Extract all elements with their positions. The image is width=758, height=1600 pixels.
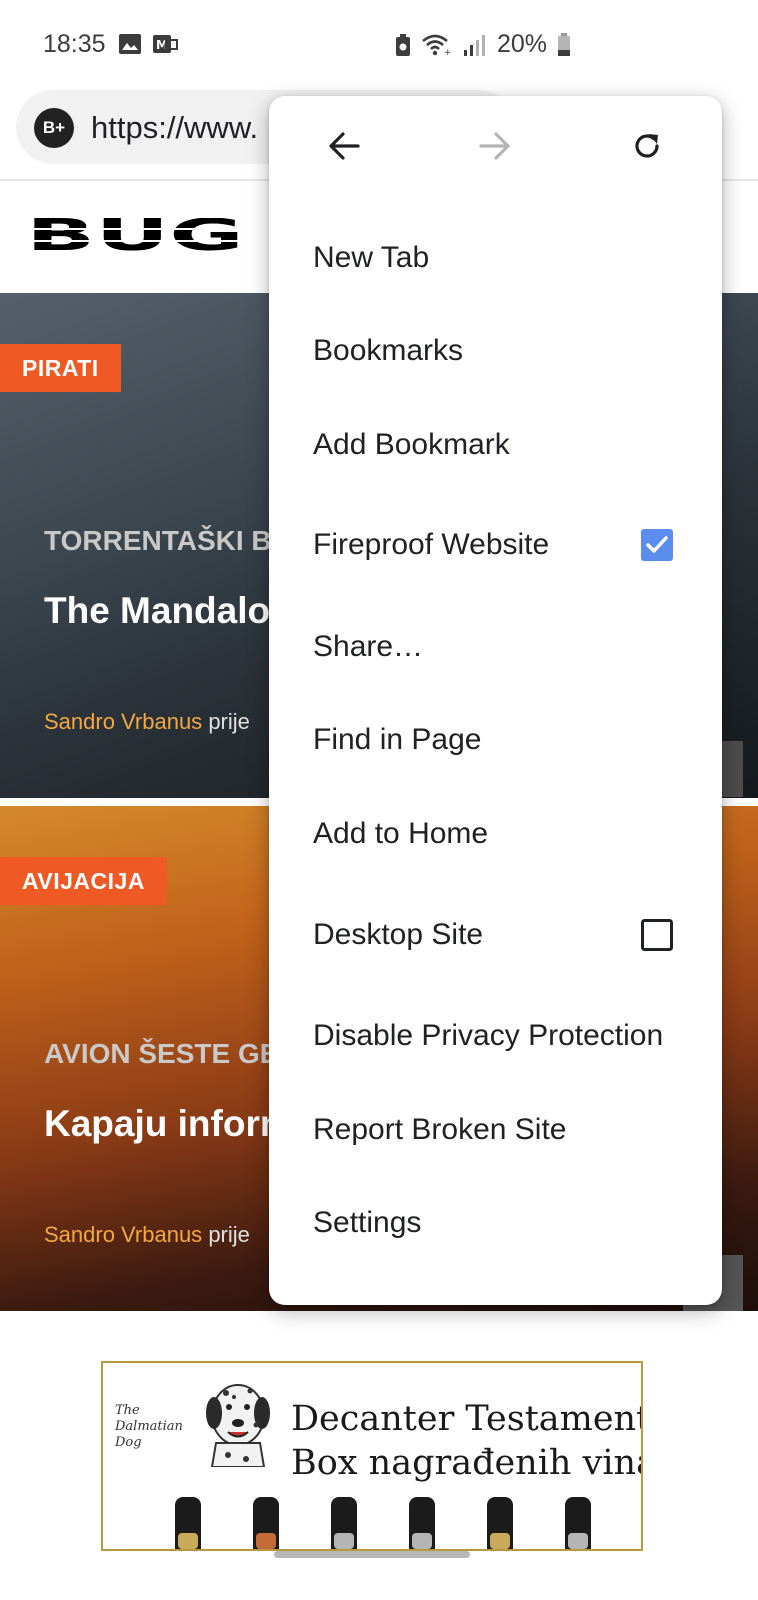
- battery-percent: 20%: [497, 30, 548, 58]
- menu-item-label: Share…: [313, 630, 424, 663]
- menu-item-add-bookmark[interactable]: Add Bookmark: [269, 405, 722, 485]
- menu-item-bookmarks[interactable]: Bookmarks: [269, 311, 722, 391]
- voicemail-icon: M: [153, 35, 178, 53]
- wifi-icon: +: [422, 34, 452, 57]
- wine-bottle: [175, 1497, 201, 1549]
- menu-item-label: Desktop Site: [313, 918, 484, 951]
- gesture-handle[interactable]: [274, 1551, 470, 1558]
- status-right: + 20%: [395, 30, 571, 59]
- site-logo-text: BUG: [26, 218, 244, 254]
- status-time: 18:35: [43, 30, 106, 58]
- ad-brand-script: The Dalmatian Dog: [115, 1403, 183, 1450]
- article-byline: Sandro Vrbanus prije: [44, 709, 250, 735]
- arrow-right-icon: [479, 132, 510, 160]
- wine-bottle: [565, 1497, 591, 1549]
- signal-icon: [464, 34, 485, 56]
- checkbox-checked-icon: [641, 529, 673, 561]
- site-favicon[interactable]: B+: [34, 108, 74, 148]
- url-text[interactable]: https://www.: [91, 110, 258, 146]
- refresh-icon: [635, 134, 659, 158]
- battery-icon: [558, 32, 571, 56]
- refresh-button[interactable]: [617, 116, 677, 176]
- wine-bottle: [409, 1497, 435, 1549]
- menu-item-share[interactable]: Share…: [269, 607, 722, 687]
- menu-item-label: Bookmarks: [313, 334, 464, 367]
- article-time: prije: [208, 1222, 250, 1247]
- ad-title-line-2: Box nagrađenih vina!: [291, 1443, 643, 1483]
- menu-item-settings[interactable]: Settings: [269, 1183, 722, 1263]
- wine-bottle: [253, 1497, 279, 1549]
- desktop-site-checkbox[interactable]: [640, 918, 674, 952]
- wine-bottle: [331, 1497, 357, 1549]
- menu-item-label: Disable Privacy Protection: [313, 1019, 664, 1052]
- category-tag[interactable]: PIRATI: [0, 344, 121, 392]
- ad-title[interactable]: Decanter Testament Box nagrađenih vina!: [291, 1397, 643, 1485]
- menu-item-label: New Tab: [313, 241, 430, 274]
- status-bar: 18:35 M + 20%: [0, 0, 758, 86]
- battery-saver-icon: [396, 33, 410, 56]
- menu-item-add-to-home[interactable]: Add to Home: [269, 794, 722, 874]
- menu-item-report-broken-site[interactable]: Report Broken Site: [269, 1090, 722, 1170]
- overflow-menu: New Tab Bookmarks Add Bookmark Fireproof…: [269, 96, 722, 1305]
- forward-button[interactable]: [465, 116, 525, 176]
- article-author[interactable]: Sandro Vrbanus: [44, 709, 202, 734]
- svg-text:+: +: [444, 48, 452, 57]
- dalmatian-dog-icon: [206, 1384, 270, 1467]
- article-kicker: AVION ŠESTE GE: [44, 1038, 279, 1069]
- menu-item-label: Fireproof Website: [313, 528, 550, 561]
- ad-title-line-1: Decanter Testament: [291, 1399, 643, 1439]
- article-byline: Sandro Vrbanus prije: [44, 1222, 250, 1248]
- menu-item-new-tab[interactable]: New Tab: [269, 218, 722, 298]
- menu-item-label: Find in Page: [313, 723, 482, 756]
- article-time: prije: [208, 709, 250, 734]
- image-icon: [119, 34, 141, 54]
- article-author[interactable]: Sandro Vrbanus: [44, 1222, 202, 1247]
- menu-item-disable-privacy-protection[interactable]: Disable Privacy Protection: [269, 996, 722, 1076]
- back-button[interactable]: [314, 116, 374, 176]
- menu-item-fireproof-website[interactable]: Fireproof Website: [269, 505, 722, 585]
- site-logo[interactable]: BUG: [26, 218, 244, 254]
- menu-item-desktop-site[interactable]: Desktop Site: [269, 895, 722, 975]
- menu-item-label: Settings: [313, 1206, 422, 1239]
- checkbox-unchecked-icon: [641, 919, 673, 951]
- menu-item-label: Add to Home: [313, 817, 489, 850]
- category-tag[interactable]: AVIJACIJA: [0, 857, 167, 905]
- wine-bottle: [487, 1497, 513, 1549]
- ad-banner[interactable]: The Dalmatian Dog Decanter Testament Box…: [101, 1361, 643, 1551]
- menu-item-label: Add Bookmark: [313, 428, 510, 461]
- menu-item-label: Report Broken Site: [313, 1113, 567, 1146]
- article-kicker: TORRENTAŠKI B: [44, 525, 272, 556]
- arrow-left-icon: [329, 132, 360, 160]
- menu-item-find-in-page[interactable]: Find in Page: [269, 700, 722, 780]
- fireproof-checkbox[interactable]: [640, 528, 674, 562]
